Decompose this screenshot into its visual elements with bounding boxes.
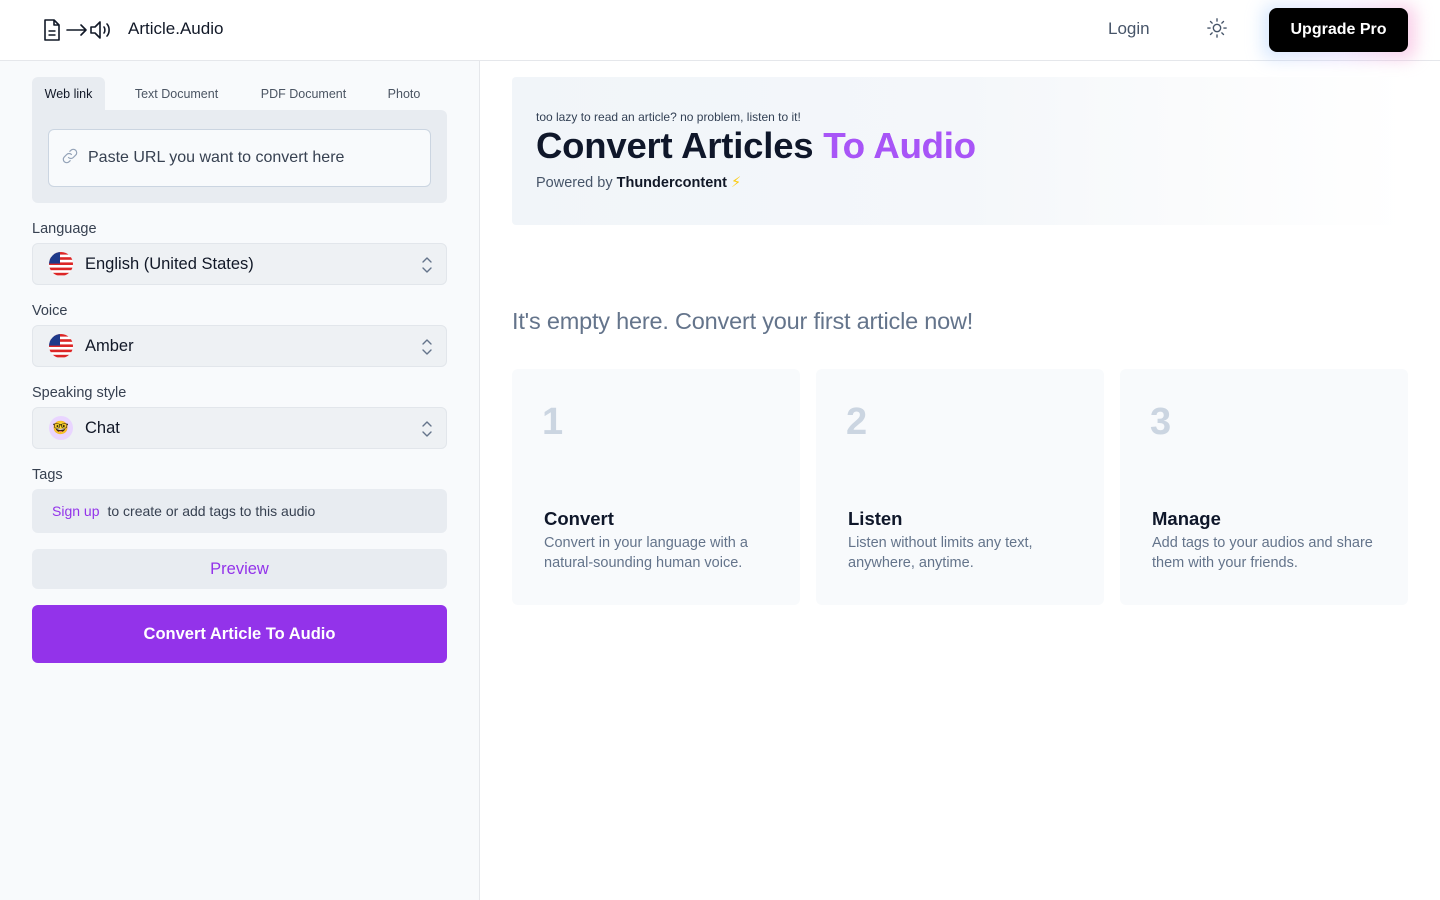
step-title: Convert: [544, 508, 614, 529]
step-description: Add tags to your audios and share them w…: [1152, 535, 1373, 571]
brand-name[interactable]: Article.Audio: [128, 19, 223, 39]
sign-up-link[interactable]: Sign up: [52, 503, 99, 519]
speaking-style-value: Chat: [85, 418, 120, 437]
step-description: Listen without limits any text, anywhere…: [848, 535, 1033, 571]
hero-title-accent: To Audio: [823, 125, 976, 166]
hero-title-main: Convert Articles: [536, 125, 824, 166]
tab-web-link[interactable]: Web link: [32, 77, 105, 110]
arrow-right-icon: [66, 18, 88, 42]
upgrade-pro-button[interactable]: Upgrade Pro: [1269, 8, 1408, 52]
language-label: Language: [32, 221, 97, 237]
step-card: 1 Convert Convert in your language with …: [512, 369, 800, 605]
tab-text-document[interactable]: Text Document: [105, 77, 248, 110]
convert-article-button[interactable]: Convert Article To Audio: [32, 605, 447, 663]
hero-banner: too lazy to read an article? no problem,…: [512, 77, 1408, 225]
converter-sidebar: Web link Text Document PDF Document Phot…: [0, 61, 480, 900]
logo[interactable]: [42, 18, 113, 42]
theme-toggle-button[interactable]: [1203, 16, 1231, 44]
step-card: 3 Manage Add tags to your audios and sha…: [1120, 369, 1408, 605]
top-header: Article.Audio Login Upgrade Pro: [0, 0, 1440, 61]
step-number: 2: [846, 401, 868, 443]
speaker-icon: [89, 18, 113, 42]
us-flag-icon: [49, 334, 73, 358]
document-icon: [42, 18, 62, 42]
tags-box: Sign up to create or add tags to this au…: [32, 489, 447, 533]
voice-value: Amber: [85, 336, 134, 355]
tags-label: Tags: [32, 467, 63, 483]
url-input-wrapper[interactable]: [48, 129, 431, 187]
powered-by-prefix: Powered by: [536, 175, 617, 191]
step-card: 2 Listen Listen without limits any text,…: [816, 369, 1104, 605]
hero-tagline: too lazy to read an article? no problem,…: [536, 110, 801, 124]
voice-select[interactable]: Amber: [32, 325, 447, 367]
step-description: Convert in your language with a natural-…: [544, 535, 748, 571]
step-title: Listen: [848, 508, 903, 529]
tab-photo[interactable]: Photo: [359, 77, 449, 110]
chevron-up-down-icon: [420, 337, 434, 362]
speaking-style-label: Speaking style: [32, 385, 127, 401]
lightning-icon: ⚡: [731, 175, 742, 191]
link-icon: [61, 147, 79, 170]
preview-button[interactable]: Preview: [32, 549, 447, 589]
powered-by-brand[interactable]: Thundercontent: [617, 175, 727, 191]
powered-by: Powered by Thundercontent ⚡: [536, 175, 741, 191]
source-tabs: Web link Text Document PDF Document Phot…: [32, 77, 449, 110]
speaking-style-select[interactable]: 🤓 Chat: [32, 407, 447, 449]
tags-hint-text: to create or add tags to this audio: [107, 503, 316, 519]
sun-icon: [1206, 17, 1228, 44]
chevron-up-down-icon: [420, 255, 434, 280]
step-title: Manage: [1152, 508, 1221, 529]
language-select[interactable]: English (United States): [32, 243, 447, 285]
step-number: 1: [542, 401, 564, 443]
web-link-panel: [32, 110, 447, 203]
voice-label: Voice: [32, 303, 68, 319]
empty-state-message: It's empty here. Convert your first arti…: [512, 308, 974, 334]
step-number: 3: [1150, 401, 1172, 443]
hero-title: Convert Articles To Audio: [536, 125, 976, 167]
nerd-face-icon: 🤓: [49, 416, 73, 440]
us-flag-icon: [49, 252, 73, 276]
chevron-up-down-icon: [420, 419, 434, 444]
language-value: English (United States): [85, 254, 254, 273]
tab-pdf-document[interactable]: PDF Document: [248, 77, 359, 110]
login-link[interactable]: Login: [1108, 19, 1150, 39]
url-input[interactable]: [88, 149, 408, 167]
